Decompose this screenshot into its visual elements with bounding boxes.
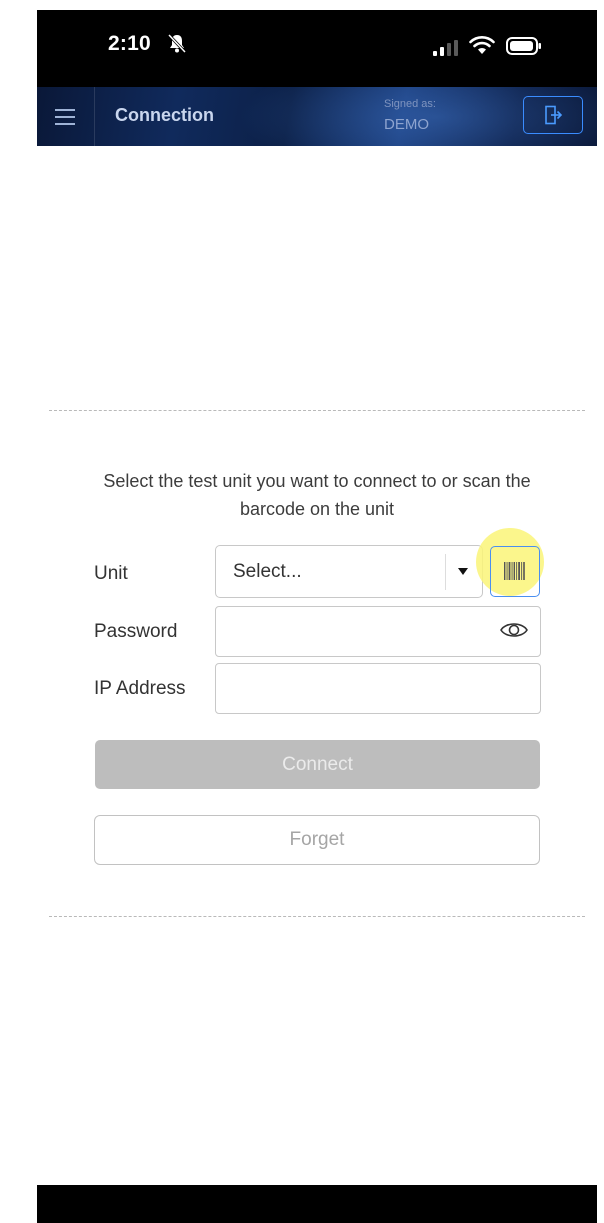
logout-icon [545, 105, 563, 125]
separator-bottom [49, 916, 585, 917]
scan-barcode-button[interactable] [490, 546, 540, 597]
signed-as-user: DEMO [384, 116, 429, 133]
ip-address-input[interactable] [215, 663, 541, 714]
wifi-icon [469, 36, 495, 54]
barcode-icon [504, 562, 525, 580]
unit-select[interactable]: Select... [215, 545, 483, 598]
unit-label: Unit [94, 563, 128, 584]
signed-as-label: Signed as: [384, 98, 436, 110]
ip-address-label: IP Address [94, 678, 186, 699]
logout-button[interactable] [523, 96, 583, 134]
phone-screen: 2:10 Connection Signed as: DEMO Select t… [37, 10, 597, 1223]
app-header: Connection Signed as: DEMO [37, 87, 597, 146]
page-title: Connection [115, 105, 214, 125]
status-bar: 2:10 [37, 10, 597, 87]
signal-icon [433, 40, 458, 56]
menu-button[interactable] [37, 87, 95, 146]
password-label: Password [94, 621, 178, 642]
password-input[interactable] [215, 606, 541, 657]
instruction-text: Select the test unit you want to connect… [103, 471, 531, 519]
bottom-bar [37, 1185, 597, 1223]
separator-top [49, 410, 585, 411]
eye-icon[interactable] [499, 620, 529, 640]
battery-icon [506, 37, 541, 55]
select-divider [445, 554, 446, 590]
bell-muted-icon [167, 33, 187, 54]
connect-button[interactable]: Connect [95, 740, 540, 789]
status-time: 2:10 [108, 32, 151, 55]
hamburger-icon [55, 116, 75, 118]
hamburger-icon [55, 109, 75, 111]
chevron-down-icon [458, 568, 468, 575]
unit-select-value: Select... [233, 561, 302, 582]
forget-button[interactable]: Forget [94, 815, 540, 865]
hamburger-icon [55, 123, 75, 125]
